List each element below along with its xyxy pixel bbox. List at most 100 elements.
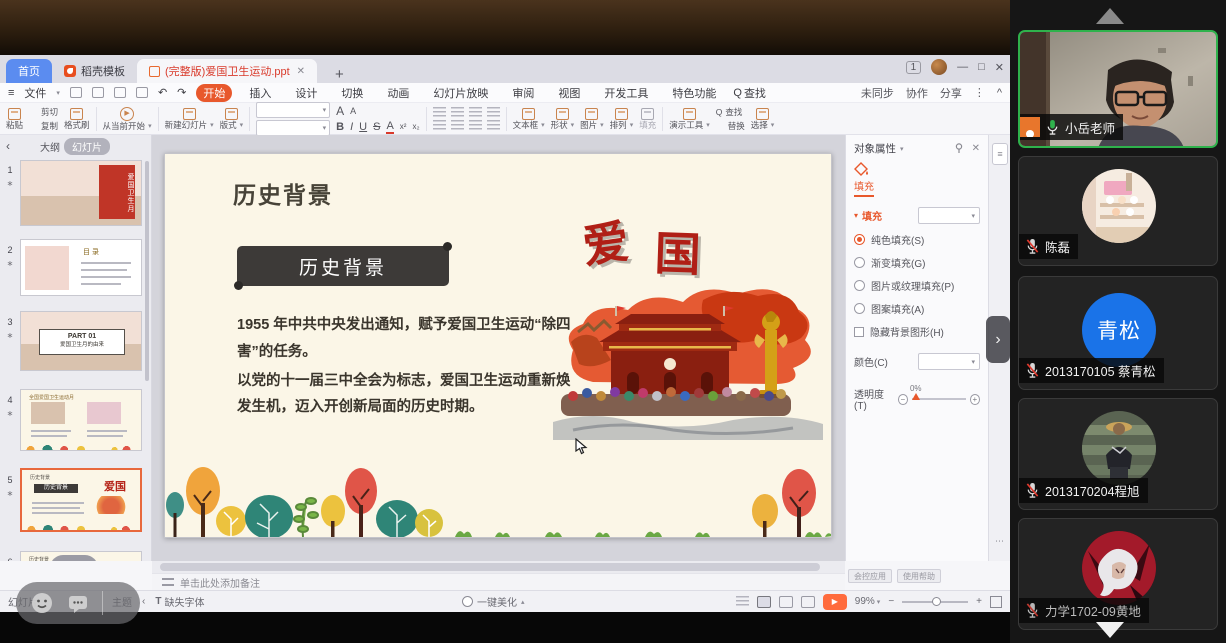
notes-bar[interactable]: 单击此处添加备注 (152, 573, 845, 590)
participant-tile-3[interactable]: 青松 2013170105 蔡青松 (1018, 276, 1218, 390)
option-picture-fill[interactable]: 图片或纹理填充(P) (854, 278, 980, 293)
transparency-slider[interactable]: 0% (912, 398, 966, 400)
tab-outline[interactable]: 大纲 (40, 139, 60, 154)
beautify-button[interactable]: 一键美化 ▴ (462, 594, 525, 609)
collapse-panel-icon[interactable]: ‹ (6, 139, 10, 153)
italic-button[interactable]: I (350, 121, 353, 133)
fit-to-window-icon[interactable] (990, 596, 1002, 608)
hamburger-icon[interactable]: ≡ (8, 87, 14, 99)
slide-canvas[interactable]: 历史背景 历史背景 1955 年中共中央发出通知，赋予爱国卫生运动“除四害”的任… (152, 135, 845, 561)
meeting-control-button[interactable]: 会控应用 (848, 569, 892, 583)
picture-button[interactable]: 图片▾ (580, 108, 604, 130)
ribbon-tab-slideshow[interactable]: 幻灯片放映 (426, 84, 495, 102)
option-gradient-fill[interactable]: 渐变填充(G) (854, 255, 980, 270)
new-doc-icon[interactable] (70, 87, 82, 98)
find-button[interactable]: Q查找 (716, 106, 745, 118)
ribbon-tab-transition[interactable]: 切换 (334, 84, 370, 102)
transparency-minus-button[interactable]: − (898, 394, 908, 405)
add-slide-button[interactable]: + (50, 555, 98, 561)
shapes-button[interactable]: 形状▾ (551, 108, 575, 130)
arrange-button[interactable]: 排列▾ (610, 108, 634, 130)
align-right-icon[interactable] (469, 120, 482, 131)
indent-increase-icon[interactable] (487, 107, 500, 118)
search-box[interactable]: Q 查找 (733, 85, 766, 101)
participant-tile-teacher[interactable]: 小岳老师 (1018, 30, 1218, 148)
fill-style-combobox[interactable]: ▾ (918, 207, 980, 224)
undo-icon[interactable]: ↶ (158, 86, 167, 99)
slide-thumbnail-1[interactable]: 爱国卫生月 (20, 160, 142, 226)
slide-sorter-view-button[interactable] (779, 596, 793, 608)
share-button[interactable]: 分享 (940, 85, 962, 101)
participant-tile-5[interactable]: 力学1702-09黄地 (1018, 518, 1218, 630)
preview-icon[interactable] (136, 87, 148, 98)
slide-thumbnail-5-selected[interactable]: 历史背景 历史背景 爱国 (20, 468, 142, 532)
zoom-in-button[interactable]: + (976, 596, 982, 607)
scrollbar-thumb[interactable] (160, 563, 820, 571)
bold-button[interactable]: B (336, 121, 344, 133)
save-icon[interactable] (92, 87, 104, 98)
align-center-icon[interactable] (451, 120, 464, 131)
cut-button[interactable]: 剪切 (29, 106, 58, 118)
slide-thumbnail-3[interactable]: PART 01 爱国卫生月的由来 (20, 311, 142, 371)
ribbon-tab-review[interactable]: 审阅 (505, 84, 541, 102)
member-count-badge[interactable]: 1 (906, 61, 922, 74)
grow-font-button[interactable]: A (336, 104, 344, 118)
status-collapse-icon[interactable]: ‹ (142, 596, 145, 607)
indent-decrease-icon[interactable] (469, 107, 482, 118)
tab-slides[interactable]: 幻灯片 (64, 138, 110, 155)
ribbon-tab-animation[interactable]: 动画 (380, 84, 416, 102)
patriotic-calligraphy[interactable]: 爱 国 (583, 212, 701, 278)
menu-file[interactable]: 文件 (24, 85, 46, 101)
slideshow-play-button[interactable]: ▶ (823, 594, 847, 610)
fill-button[interactable]: 填充 (639, 108, 656, 130)
properties-caret-icon[interactable]: ▾ (900, 145, 904, 153)
tab-home[interactable]: 首页 (6, 59, 52, 83)
pin-icon[interactable] (954, 143, 964, 153)
participant-tile-2[interactable]: 陈磊 (1018, 156, 1218, 266)
slide-thumbnail-2[interactable]: 目 录 (20, 239, 142, 296)
pane-switcher-button[interactable]: ≡ (992, 143, 1008, 165)
slide-banner-shape[interactable]: 历史背景 (237, 246, 449, 286)
collapse-ribbon-icon[interactable]: ^ (997, 87, 1002, 99)
participant-tile-4[interactable]: 2013170204程旭 (1018, 398, 1218, 510)
ribbon-tab-devtools[interactable]: 开发工具 (597, 84, 655, 102)
thumbnail-scrollbar[interactable] (145, 161, 149, 381)
tab-document[interactable]: (完整版)爱国卫生运动.ppt ✕ (137, 59, 317, 83)
zoom-out-button[interactable]: − (888, 596, 894, 607)
section-expand-icon[interactable]: ▾ (854, 211, 858, 220)
minimize-button[interactable]: — (957, 61, 968, 73)
scroll-up-arrow[interactable] (1096, 8, 1124, 24)
strikethrough-button[interactable]: S (373, 121, 380, 133)
font-size-combobox[interactable]: ▾ (256, 120, 330, 136)
fill-tab[interactable]: 填充 (854, 162, 980, 197)
normal-view-button[interactable] (757, 596, 771, 608)
emoji-reaction-icon[interactable] (30, 591, 54, 615)
number-list-icon[interactable] (451, 107, 464, 118)
tab-docer-templates[interactable]: 稻壳模板 (52, 59, 137, 83)
zoom-slider[interactable] (902, 601, 968, 603)
slide-editing-surface[interactable]: 历史背景 历史背景 1955 年中共中央发出通知，赋予爱国卫生运动“除四害”的任… (164, 153, 832, 538)
horizontal-scrollbar[interactable] (152, 561, 845, 573)
ribbon-tab-design[interactable]: 设计 (288, 84, 324, 102)
close-panel-icon[interactable]: ✕ (972, 143, 980, 154)
option-hide-background[interactable]: 隐藏背景图形(H) (854, 324, 980, 339)
textbox-button[interactable]: 文本框▾ (513, 108, 545, 130)
print-icon[interactable] (114, 87, 126, 98)
chat-icon[interactable] (66, 591, 90, 615)
play-from-current-button[interactable]: ▶ 从当前开始▾ (103, 107, 152, 131)
meeting-help-button[interactable]: 使用帮助 (897, 569, 941, 583)
slider-handle[interactable] (912, 393, 920, 400)
new-slide-button[interactable]: 新建幻灯片▾ (165, 108, 214, 130)
ribbon-tab-home[interactable]: 开始 (196, 84, 232, 102)
superscript-button[interactable]: x² (400, 122, 407, 131)
ribbon-tab-view[interactable]: 视图 (551, 84, 587, 102)
paste-button[interactable]: 粘贴 (6, 108, 23, 130)
line-spacing-icon[interactable] (487, 120, 500, 131)
copy-button[interactable]: 复制 (29, 120, 58, 132)
option-solid-fill[interactable]: 纯色填充(S) (854, 232, 980, 247)
slide-body-textbox[interactable]: 1955 年中共中央发出通知，赋予爱国卫生运动“除四害”的任务。 以党的十一届三… (237, 312, 579, 421)
underline-button[interactable]: U (359, 121, 367, 133)
color-picker-combobox[interactable]: ▾ (918, 353, 980, 370)
transparency-plus-button[interactable]: + (970, 394, 980, 405)
option-pattern-fill[interactable]: 图案填充(A) (854, 301, 980, 316)
